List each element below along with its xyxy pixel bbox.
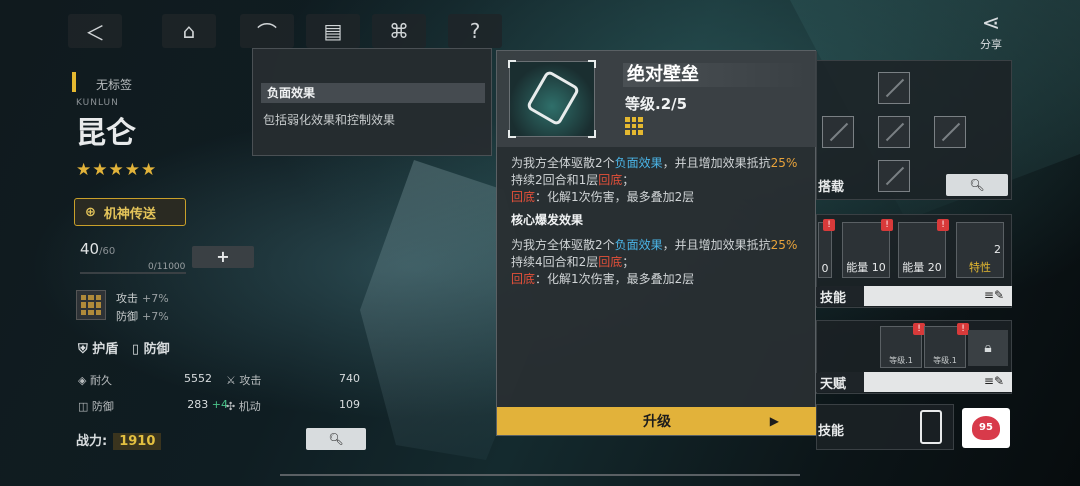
scroll-indicator — [280, 474, 800, 476]
skill-bar-label: 技能 — [816, 287, 851, 306]
talent-card-2[interactable]: ! 等级.1 — [924, 323, 969, 368]
tooltip-title: 负面效果 — [261, 83, 485, 103]
level-up-button[interactable]: + — [192, 246, 254, 268]
negative-effect-tooltip: 负面效果 包括弱化效果和控制效果 — [252, 48, 492, 156]
character-tag: 无标签 — [96, 78, 133, 92]
slot-node-right[interactable] — [934, 116, 966, 148]
teleport-label: 机神传送 — [103, 206, 156, 222]
crosshair-icon: ⊕ — [85, 204, 96, 220]
edit-icon: ≡✎ — [983, 288, 1004, 302]
cargo-icon[interactable] — [920, 410, 942, 444]
mobility-icon: ✣ — [226, 400, 239, 413]
skill-icon — [508, 60, 596, 138]
skill-desc-1: 为我方全体驱散2个负面效果，并且增加效果抵抗25%持续2回合和1层回底； 回底：… — [511, 156, 798, 204]
book-icon: ▤ — [323, 19, 343, 43]
negative-effect-link[interactable]: 负面效果 — [615, 156, 663, 170]
help-button[interactable]: ? — [448, 14, 502, 48]
trait-level: 2 — [994, 243, 1001, 256]
talent-bar-label: 天赋 — [816, 373, 851, 392]
tooltip-text: 包括弱化效果和控制效果 — [263, 113, 396, 127]
defense-stat-icon: ◫ — [78, 400, 92, 413]
play-arrow-icon: ▶ — [769, 414, 779, 428]
magnifier-icon-right: 🔍︎ — [969, 178, 985, 192]
slot-node-center[interactable] — [878, 116, 910, 148]
archive-button[interactable]: ▤ — [306, 14, 360, 48]
lock-icon[interactable]: 🔒︎ — [968, 330, 1008, 366]
slot-node-top[interactable] — [878, 72, 910, 104]
share-button[interactable]: ⋖ 分享 — [974, 12, 1008, 52]
edit-icon-2: ≡✎ — [983, 374, 1004, 388]
teleport-button[interactable]: ⊕ 机神传送 — [74, 198, 186, 226]
grid-icon — [625, 117, 643, 135]
share-icon: ⋖ — [981, 11, 1001, 36]
back-button[interactable]: ＜ — [68, 14, 122, 48]
upgrade-button[interactable]: 升级 ▶ — [497, 407, 817, 435]
skill-bar[interactable]: 技能 ≡✎ — [816, 286, 1012, 306]
level-max: /60 — [99, 246, 116, 257]
stats-box: ◈ 耐久 5552 ⚔ 攻击 740 ◫ 防御 283 +4 ✣ 机动 109 — [72, 368, 366, 418]
skill-name: 绝对壁垒 — [623, 63, 809, 87]
gamepad-icon: ⌘ — [389, 19, 409, 43]
hanger-icon: ⌒ — [257, 20, 277, 45]
magnifier-icon: 🔍︎ — [328, 432, 344, 446]
affection-button[interactable]: 95 — [962, 408, 1010, 448]
home-icon: ⌂ — [182, 19, 196, 43]
skill2-label: 技能 — [818, 424, 845, 439]
negative-effect-link-2[interactable]: 负面效果 — [615, 238, 663, 252]
talent-card-1[interactable]: ! 等级.1 — [880, 323, 925, 368]
talent-bar[interactable]: 天赋 ≡✎ — [816, 372, 1012, 392]
stat-mobility: ✣ 机动 109 — [226, 398, 360, 413]
star-rating: ★★★★★ — [76, 160, 158, 180]
barrier-icon — [525, 69, 581, 127]
trait-card[interactable]: 2 特性 — [956, 222, 1004, 278]
slot-node-left[interactable] — [822, 116, 854, 148]
shield-icon: ⛨ — [78, 342, 88, 357]
power-value: 1910 — [113, 433, 162, 450]
buff-attack: 攻击 +7% — [116, 292, 169, 305]
skill-card-2[interactable]: ! 能量 20 — [898, 219, 949, 278]
upgrade-label: 升级 — [643, 414, 671, 430]
wardrobe-button[interactable]: ⌒ — [240, 14, 294, 48]
skill-card-0[interactable]: ! 0 — [818, 219, 835, 278]
attack-icon: ⚔ — [226, 374, 240, 387]
zoom-button-right[interactable]: 🔍︎ — [946, 174, 1008, 196]
durability-icon: ◈ — [78, 374, 90, 387]
role-tags: ⛨ 护盾 ▯ 防御 — [78, 338, 170, 357]
chip-icon[interactable] — [76, 290, 106, 320]
help-icon: ? — [469, 19, 481, 43]
character-name: 昆仑 — [76, 116, 136, 151]
slot-node-bottom[interactable] — [878, 160, 910, 192]
role-defense: 防御 — [143, 342, 170, 357]
back-arrow-icon: ＜ — [85, 20, 105, 45]
load-label: 搭载 — [818, 180, 845, 195]
home-button[interactable]: ⌂ — [162, 14, 216, 48]
skill-card-1[interactable]: ! 能量 10 — [842, 219, 893, 278]
stat-defense: ◫ 防御 283 +4 — [78, 398, 228, 413]
skill-detail-panel: 绝对壁垒 等级.2/5 为我方全体驱散2个负面效果，并且增加效果抵抗25%持续2… — [496, 50, 817, 436]
stat-durability: ◈ 耐久 5552 — [78, 372, 212, 387]
skill-desc-2: 为我方全体驱散2个负面效果，并且增加效果抵抗25%持续4回合和2层回底； 回底：… — [511, 238, 798, 286]
skill-header: 绝对壁垒 等级.2/5 — [497, 51, 817, 147]
buff-defense: 防御 +7% — [116, 310, 169, 323]
level-value: 40 — [80, 240, 100, 258]
level-display: 40/60 — [80, 240, 115, 258]
heart-icon: 95 — [972, 416, 1000, 440]
share-label: 分享 — [980, 38, 1002, 51]
exp-bar — [80, 272, 186, 274]
exp-value: 0/11000 — [148, 262, 186, 272]
character-code: KUNLUN — [76, 98, 119, 108]
defense-icon: ▯ — [131, 342, 140, 357]
stat-attack: ⚔ 攻击 740 — [226, 372, 360, 387]
skill-level: 等级.2/5 — [625, 95, 688, 113]
combat-power: 战力: 1910 — [76, 430, 162, 450]
zoom-button-left[interactable]: 🔍︎ — [306, 428, 366, 450]
core-burst-title: 核心爆发效果 — [511, 213, 584, 227]
tag-accent — [72, 72, 76, 92]
role-shield: 护盾 — [92, 342, 119, 357]
game-button[interactable]: ⌘ — [372, 14, 426, 48]
